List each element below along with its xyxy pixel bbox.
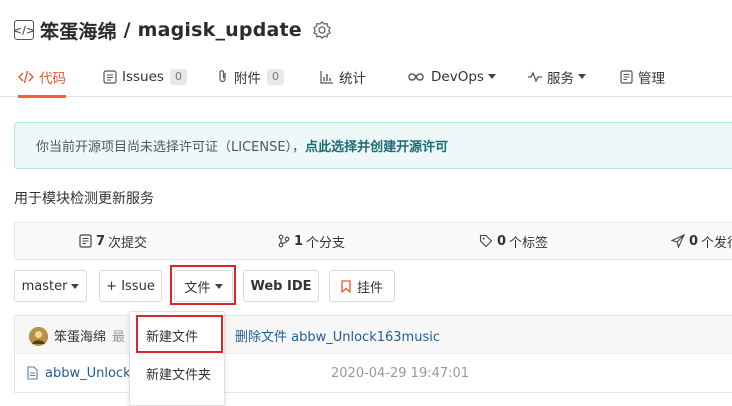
- commit-author[interactable]: 笨蛋海绵: [54, 326, 106, 345]
- releases-stat[interactable]: 0 个发行: [671, 223, 732, 259]
- repo-header: </> 笨蛋海绵 / magisk_update: [13, 14, 332, 46]
- file-icon: [27, 366, 38, 380]
- devops-icon: [406, 71, 426, 83]
- code-icon: [18, 70, 34, 84]
- file-button-highlight: [170, 265, 236, 305]
- tab-label: 附件: [234, 70, 261, 87]
- web-ide-button[interactable]: Web IDE: [243, 270, 319, 302]
- tags-stat[interactable]: 0 个标签: [479, 223, 548, 259]
- commits-label: 次提交: [108, 235, 148, 251]
- avatar[interactable]: [29, 327, 48, 346]
- repo-name[interactable]: magisk_update: [138, 19, 302, 41]
- issues-count-badge: 0: [169, 68, 187, 85]
- active-tab-indicator: [18, 95, 66, 98]
- branches-stat[interactable]: 1 个分支: [278, 223, 345, 259]
- chevron-down-icon: [487, 74, 496, 79]
- new-folder-menu-item[interactable]: 新建文件夹: [130, 354, 226, 392]
- tab-services[interactable]: 服务: [528, 56, 586, 97]
- tab-label: 服务: [547, 70, 574, 87]
- releases-count: 0: [689, 233, 699, 249]
- table-row: abbw_Unlock 2020-04-29 19:47:01: [14, 353, 732, 393]
- tab-attachments[interactable]: 附件 0: [217, 56, 284, 97]
- tab-label: 管理: [638, 70, 665, 87]
- release-icon: [671, 234, 685, 248]
- tags-label: 个标签: [509, 235, 549, 251]
- commit-author-wrap: 笨蛋海绵 最: [54, 316, 125, 354]
- license-text: 你当前开源项目尚未选择许可证（LICENSE），: [36, 140, 306, 155]
- stats-icon: [320, 70, 334, 84]
- branch-icon: [278, 234, 290, 248]
- file-date: 2020-04-29 19:47:01: [331, 365, 470, 381]
- bookmark-icon: [341, 279, 351, 293]
- commit-message[interactable]: 删除文件 abbw_Unlock163music: [235, 326, 440, 345]
- file-name-link[interactable]: abbw_Unlock: [45, 366, 131, 381]
- service-icon: [528, 70, 542, 83]
- repo-stats-bar: 7 次提交 1 个分支 0 个标签 0 个发行: [14, 222, 732, 260]
- commit-prefix: 最: [112, 329, 126, 345]
- commit-icon: [79, 234, 92, 248]
- attachment-icon: [217, 69, 229, 84]
- repo-icon: </>: [13, 20, 35, 40]
- commits-count: 7: [96, 233, 106, 249]
- branches-label: 个分支: [306, 235, 346, 251]
- tags-count: 0: [497, 233, 507, 249]
- tab-code[interactable]: 代码: [18, 56, 66, 98]
- gitee-badge-icon[interactable]: [312, 20, 332, 40]
- file-date-wrap: 2020-04-29 19:47:01: [331, 354, 469, 392]
- repo-description: 用于模块检测更新服务: [14, 191, 154, 207]
- branch-name: master: [21, 278, 68, 294]
- attachments-count-badge: 0: [267, 68, 284, 85]
- tab-label: 代码: [39, 70, 66, 87]
- tab-label: DevOps: [431, 68, 484, 85]
- chevron-down-icon: [71, 283, 80, 289]
- new-issue-label: + Issue: [106, 278, 155, 294]
- issues-icon: [103, 69, 117, 84]
- branches-count: 1: [294, 233, 304, 249]
- new-file-highlight: [136, 315, 223, 353]
- commit-message-wrap: 删除文件 abbw_Unlock163music: [235, 316, 440, 354]
- new-issue-button[interactable]: + Issue: [99, 270, 162, 302]
- manage-icon: [620, 69, 633, 84]
- repo-owner[interactable]: 笨蛋海绵: [40, 17, 117, 44]
- tab-label: Issues: [122, 68, 164, 85]
- chevron-down-icon: [578, 74, 586, 79]
- repo-separator: /: [116, 19, 138, 41]
- branch-select[interactable]: master: [14, 270, 87, 302]
- web-ide-label: Web IDE: [250, 278, 312, 294]
- releases-label: 个发行: [701, 235, 732, 251]
- tab-devops[interactable]: DevOps: [406, 56, 496, 97]
- tag-icon: [479, 234, 493, 248]
- create-license-link[interactable]: 点此选择并创建开源许可: [305, 136, 448, 155]
- repo-tabs: 代码 Issues 0 附件 0 统计 DevOps 服务 管理: [0, 56, 732, 98]
- latest-commit-row: 笨蛋海绵 最 删除文件 abbw_Unlock163music: [14, 315, 732, 353]
- tab-label: 统计: [339, 70, 366, 87]
- file-name-wrap: abbw_Unlock: [27, 354, 131, 392]
- tab-manage[interactable]: 管理: [620, 56, 665, 97]
- license-banner: 你当前开源项目尚未选择许可证（LICENSE）， 点此选择并创建开源许可: [14, 122, 732, 169]
- widget-label: 挂件: [356, 280, 383, 296]
- menu-item-label: 新建文件夹: [146, 367, 212, 383]
- widget-button[interactable]: 挂件: [329, 270, 395, 302]
- tab-stats[interactable]: 统计: [320, 56, 366, 97]
- tab-issues[interactable]: Issues 0: [103, 56, 187, 97]
- commits-stat[interactable]: 7 次提交: [79, 223, 147, 259]
